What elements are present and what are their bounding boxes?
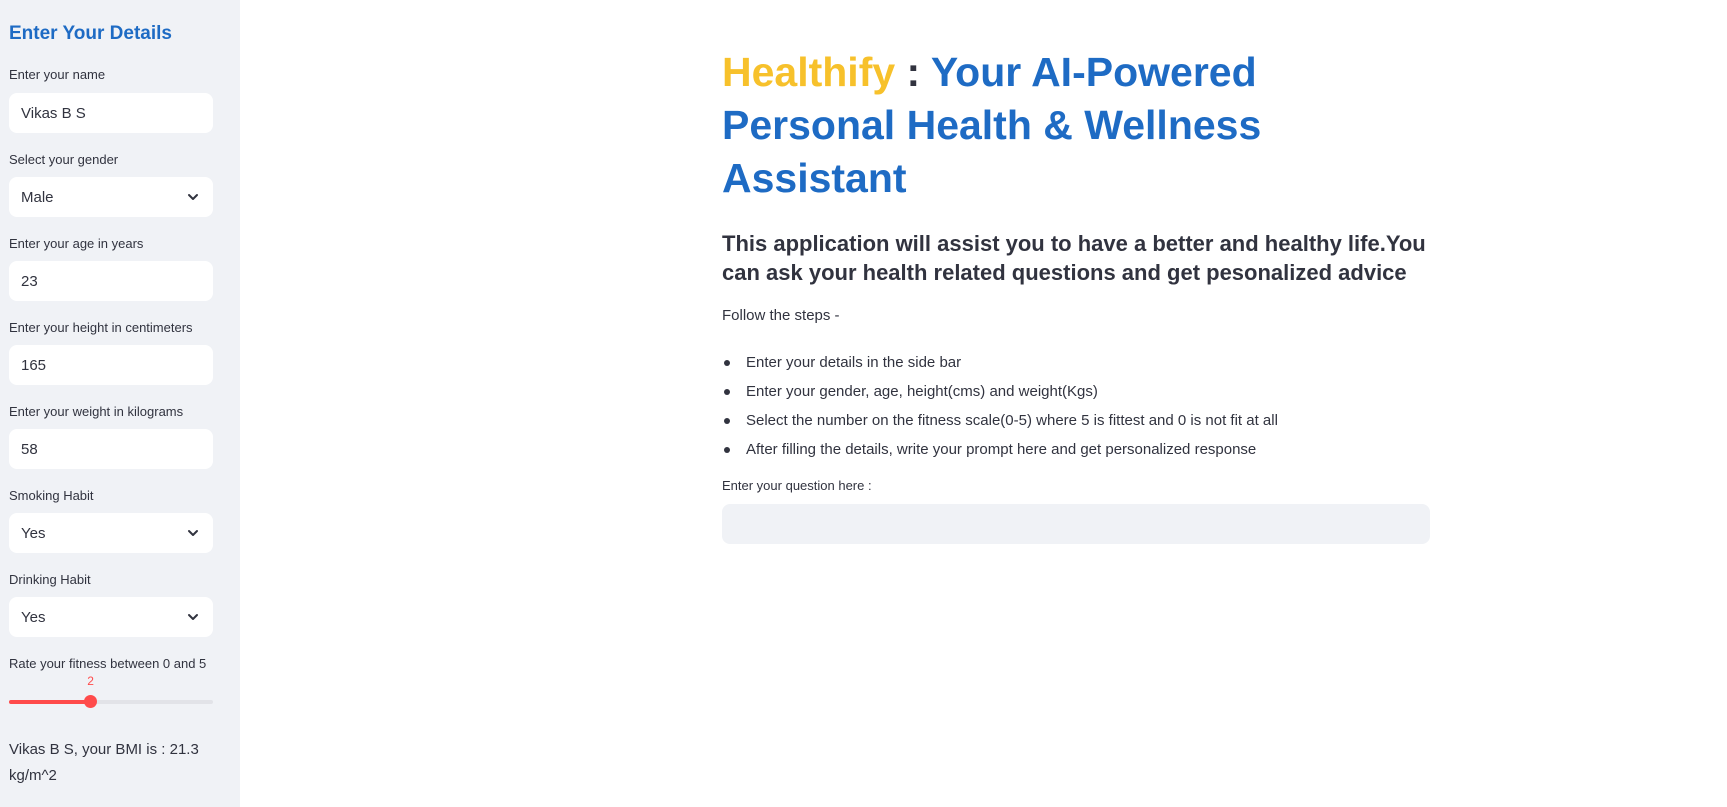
sidebar-title: Enter Your Details: [9, 23, 172, 44]
weight-input[interactable]: 58: [9, 429, 213, 469]
gender-select-value: Male: [21, 188, 54, 206]
height-label: Enter your height in centimeters: [9, 320, 193, 335]
height-input-value: 165: [21, 356, 47, 374]
gender-label: Select your gender: [9, 152, 119, 167]
page-title: Healthify : Your AI-Powered Personal Hea…: [722, 46, 1342, 205]
steps-list: Enter your details in the side bar Enter…: [722, 348, 1278, 464]
age-input-value: 23: [21, 272, 38, 290]
name-input[interactable]: Vikas B S: [9, 93, 213, 133]
brand-name: Healthify: [722, 49, 896, 95]
title-separator: :: [895, 49, 931, 95]
chevron-down-icon: [188, 194, 198, 200]
fitness-slider-value: 2: [87, 674, 94, 688]
fitness-slider[interactable]: 2: [9, 674, 213, 708]
question-input[interactable]: [722, 504, 1430, 544]
drinking-select[interactable]: Yes: [9, 597, 213, 637]
name-label: Enter your name: [9, 67, 106, 82]
app-root: Enter Your Details Enter your name Vikas…: [0, 0, 1727, 807]
question-label: Enter your question here :: [722, 478, 872, 493]
smoking-label: Smoking Habit: [9, 488, 94, 503]
list-item: Select the number on the fitness scale(0…: [722, 406, 1278, 435]
chevron-down-icon: [188, 530, 198, 536]
weight-label: Enter your weight in kilograms: [9, 404, 184, 419]
gender-select[interactable]: Male: [9, 177, 213, 217]
weight-input-value: 58: [21, 440, 38, 458]
age-input[interactable]: 23: [9, 261, 213, 301]
follow-steps-text: Follow the steps -: [722, 307, 840, 324]
fitness-label: Rate your fitness between 0 and 5: [9, 656, 207, 671]
sidebar: Enter Your Details Enter your name Vikas…: [0, 0, 240, 807]
drinking-label: Drinking Habit: [9, 572, 91, 587]
list-item: After filling the details, write your pr…: [722, 435, 1278, 464]
page-subheading: This application will assist you to have…: [722, 231, 1426, 285]
list-item: Enter your details in the side bar: [722, 348, 1278, 377]
fitness-slider-fill: [9, 700, 91, 704]
smoking-select[interactable]: Yes: [9, 513, 213, 553]
fitness-slider-thumb[interactable]: [83, 695, 97, 708]
chevron-down-icon: [188, 614, 198, 620]
list-item: Enter your gender, age, height(cms) and …: [722, 377, 1278, 406]
bmi-result: Vikas B S, your BMI is : 21.3 kg/m^2: [9, 741, 199, 784]
age-label: Enter your age in years: [9, 236, 144, 251]
smoking-select-value: Yes: [21, 524, 46, 542]
name-input-value: Vikas B S: [21, 104, 86, 122]
drinking-select-value: Yes: [21, 608, 46, 626]
height-input[interactable]: 165: [9, 345, 213, 385]
